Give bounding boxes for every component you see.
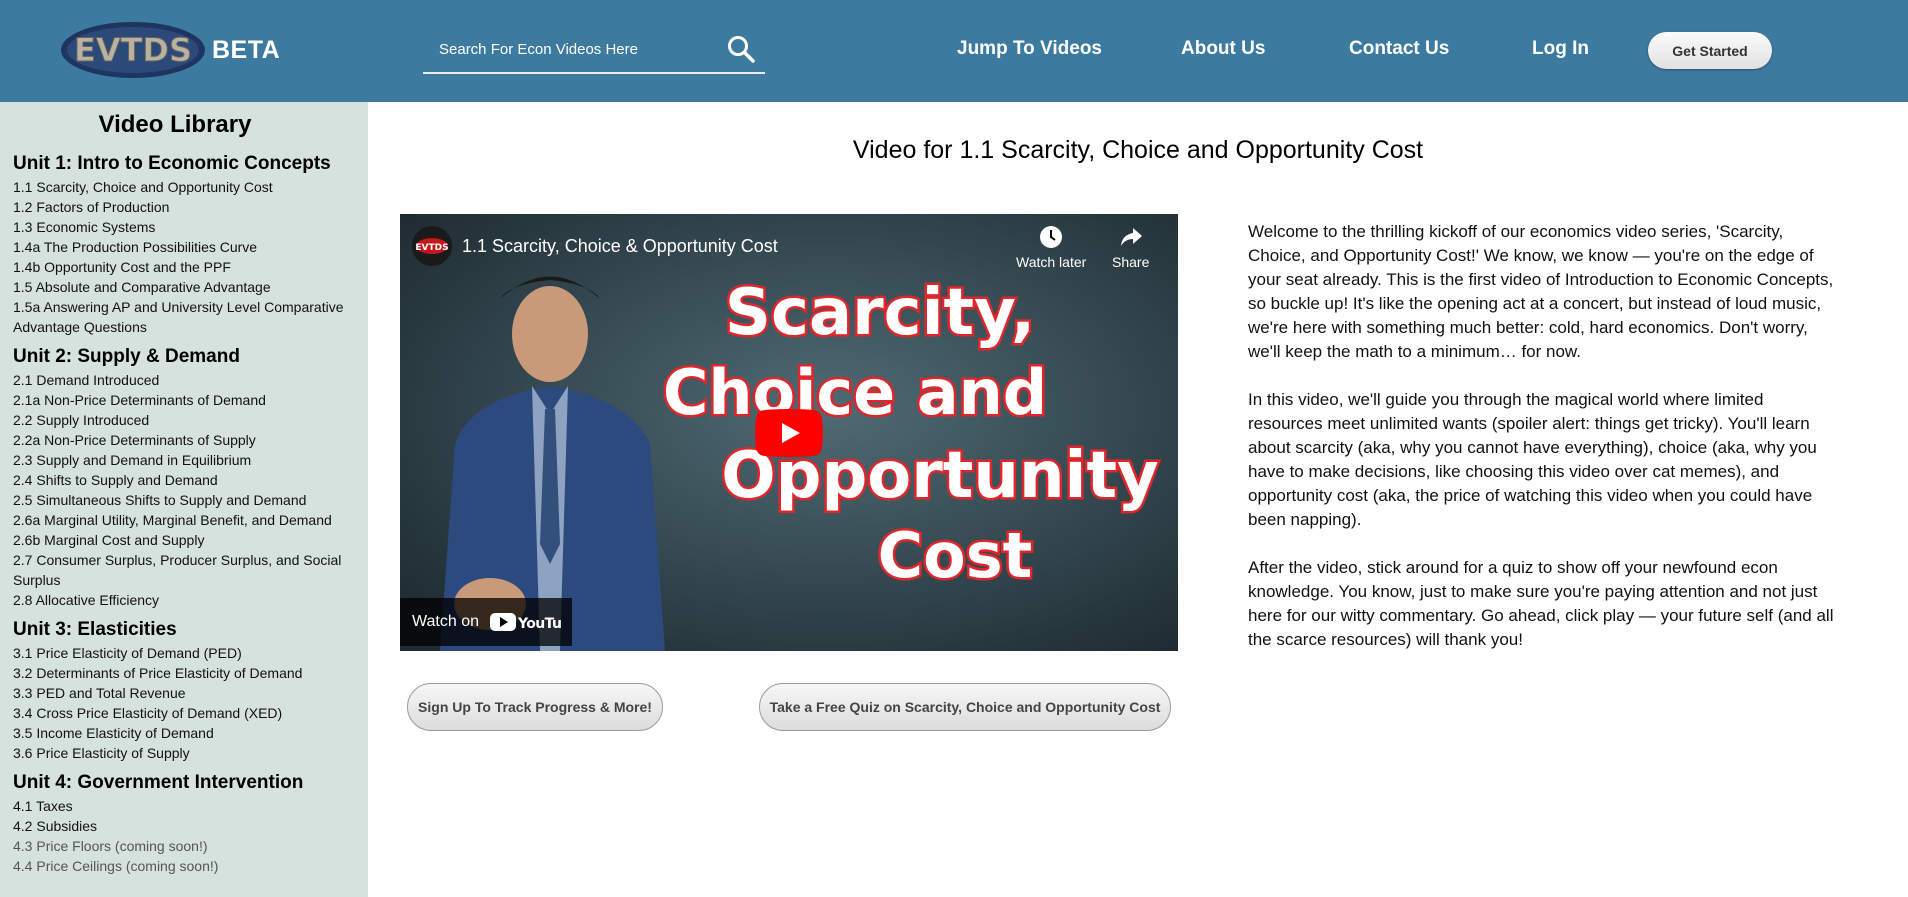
lesson-link[interactable]: 1.2 Factors of Production [13,197,358,217]
lesson-link[interactable]: 1.4b Opportunity Cost and the PPF [13,257,358,277]
nav-log-in[interactable]: Log In [1532,38,1589,60]
watch-on-label: Watch on [412,613,479,630]
lesson-link[interactable]: 1.5a Answering AP and University Level C… [13,297,358,337]
lesson-link[interactable]: 2.6b Marginal Cost and Supply [13,530,358,550]
watch-later-button[interactable]: Watch later [1016,224,1086,270]
play-icon[interactable] [755,409,823,457]
unit-heading: Unit 3: Elasticities [13,619,177,640]
lesson-link[interactable]: 2.2 Supply Introduced [13,410,358,430]
lesson-link[interactable]: 3.1 Price Elasticity of Demand (PED) [13,643,358,663]
take-free-quiz-button[interactable]: Take a Free Quiz on Scarcity, Choice and… [759,683,1171,731]
video-description: Welcome to the thrilling kickoff of our … [1248,220,1838,676]
clock-icon [1040,226,1063,248]
nav-jump-to-videos[interactable]: Jump To Videos [957,38,1102,60]
lesson-link[interactable]: 2.1a Non-Price Determinants of Demand [13,390,358,410]
search-icon[interactable] [726,34,756,64]
lesson-link[interactable]: 2.8 Allocative Efficiency [13,590,358,610]
lesson-link[interactable]: 1.1 Scarcity, Choice and Opportunity Cos… [13,177,358,197]
signup-track-progress-button[interactable]: Sign Up To Track Progress & More! [407,683,663,731]
youtube-embed[interactable]: Scarcity, Choice and Opportunity Cost EV… [400,214,1178,651]
lesson-link[interactable]: 2.7 Consumer Surplus, Producer Surplus, … [13,550,358,590]
svg-text:EVTDS: EVTDS [415,243,448,253]
search-input[interactable] [423,34,713,64]
svg-text:YouTube: YouTube [517,616,562,632]
svg-text:Choice and: Choice and [663,356,1047,429]
watch-later-label: Watch later [1016,254,1087,270]
lesson-link[interactable]: 4.3 Price Floors (coming soon!) [13,836,358,856]
lesson-link[interactable]: 2.5 Simultaneous Shifts to Supply and De… [13,490,358,510]
lesson-link[interactable]: 4.4 Price Ceilings (coming soon!) [13,856,358,876]
nav-about-us[interactable]: About Us [1181,38,1265,60]
unit-list: Unit 1: Intro to Economic Concepts 1.1 Sc… [13,152,358,884]
lesson-link[interactable]: 1.5 Absolute and Comparative Advantage [13,277,358,297]
lesson-link[interactable]: 3.5 Income Elasticity of Demand [13,723,358,743]
lesson-link[interactable]: 4.1 Taxes [13,796,358,816]
lesson-link[interactable]: 2.6a Marginal Utility, Marginal Benefit,… [13,510,358,530]
beta-label: BETA [212,36,281,64]
unit-heading: Unit 2: Supply & Demand [13,346,240,367]
share-label: Share [1112,254,1150,270]
lesson-link[interactable]: 1.4a The Production Possibilities Curve [13,237,358,257]
svg-text:Cost: Cost [878,519,1033,592]
lesson-link[interactable]: 3.3 PED and Total Revenue [13,683,358,703]
lesson-link[interactable]: 3.4 Cross Price Elasticity of Demand (XE… [13,703,358,723]
channel-avatar[interactable]: EVTDS [412,226,452,266]
svg-text:EVTDS: EVTDS [74,31,192,69]
unit-heading: Unit 1: Intro to Economic Concepts [13,153,331,174]
evtds-logo[interactable]: EVTDS [60,21,206,79]
unit-section: Unit 4: Government Intervention 4.1 Taxes… [13,771,358,876]
watch-on-youtube-button[interactable]: Watch on YouTube [400,598,572,646]
unit-section: Unit 3: Elasticities 3.1 Price Elasticity… [13,618,358,763]
youtube-logo-icon: YouTube [490,613,562,632]
lesson-link[interactable]: 4.2 Subsidies [13,816,358,836]
lesson-link[interactable]: 1.3 Economic Systems [13,217,358,237]
video-library-sidebar: Video Library Unit 1: Intro to Economic … [0,102,368,897]
get-started-button[interactable]: Get Started [1648,32,1772,69]
description-paragraph: In this video, we'll guide you through t… [1248,390,1817,529]
video-title[interactable]: 1.1 Scarcity, Choice & Opportunity Cost [462,236,778,257]
description-paragraph: Welcome to the thrilling kickoff of our … [1248,222,1834,361]
unit-heading: Unit 4: Government Intervention [13,772,304,793]
unit-section: Unit 2: Supply & Demand 2.1 Demand Introd… [13,345,358,610]
share-button[interactable]: Share [1112,224,1149,270]
share-icon [1120,228,1142,246]
page-title: Video for 1.1 Scarcity, Choice and Oppor… [852,136,1424,164]
lesson-link[interactable]: 2.2a Non-Price Determinants of Supply [13,430,358,450]
lesson-link[interactable]: 2.3 Supply and Demand in Equilibrium [13,450,358,470]
svg-text:Scarcity,: Scarcity, [725,276,1035,350]
top-header: EVTDS BETA Jump To Videos About Us Conta… [0,0,1908,102]
lesson-link[interactable]: 3.6 Price Elasticity of Supply [13,743,358,763]
unit-section: Unit 1: Intro to Economic Concepts 1.1 Sc… [13,152,358,337]
lesson-link[interactable]: 2.4 Shifts to Supply and Demand [13,470,358,490]
lesson-link[interactable]: 3.2 Determinants of Price Elasticity of … [13,663,358,683]
search-bar [423,28,765,74]
nav-contact-us[interactable]: Contact Us [1349,38,1449,60]
description-paragraph: After the video, stick around for a quiz… [1248,558,1834,649]
lesson-link[interactable]: 2.1 Demand Introduced [13,370,358,390]
sidebar-title: Video Library [98,111,252,138]
